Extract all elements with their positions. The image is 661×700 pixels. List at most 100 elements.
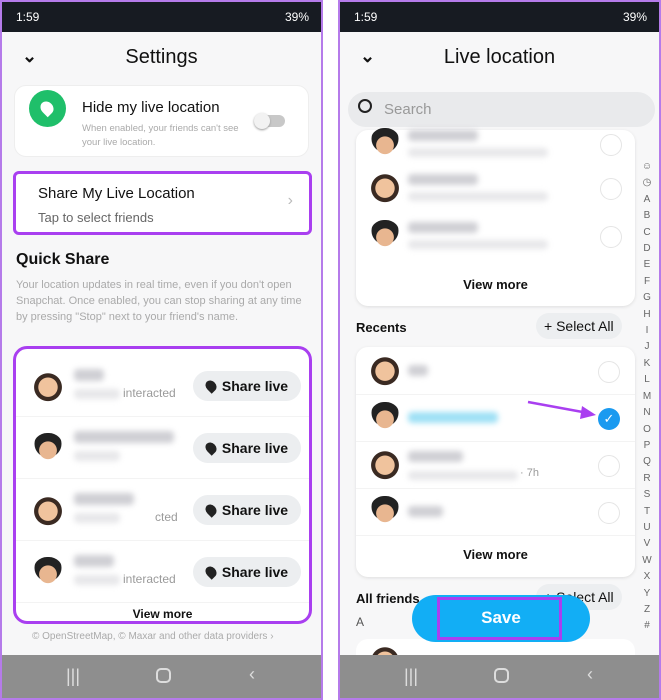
friend-row[interactable] [356, 214, 635, 260]
friend-name [408, 174, 478, 185]
friend-name [74, 369, 104, 381]
page-title: Settings [125, 46, 198, 68]
index-letter[interactable]: D [640, 241, 654, 257]
avatar [370, 220, 400, 256]
home-icon[interactable] [494, 668, 509, 683]
index-letter[interactable]: K [640, 356, 654, 372]
hide-location-subtitle: When enabled, your friends can't see you… [82, 123, 239, 148]
share-live-button[interactable]: Share live [193, 433, 301, 463]
all-friends-heading: All friends [356, 591, 420, 606]
alphabet-index[interactable]: ☺ ◷ A B C D E F G H I J K L M N O P Q R S T U V W X Y Z # [640, 159, 654, 635]
index-letter[interactable]: R [640, 471, 654, 487]
battery-level: 39% [622, 10, 647, 24]
friend-meta [74, 575, 120, 585]
recents-list: ✓ · 7h View more [356, 347, 635, 577]
quick-share-list: interacted Share live Share live cted Sh… [13, 346, 312, 624]
friend-name [408, 222, 478, 233]
system-nav-bar: ||| ‹ [340, 655, 659, 698]
map-attribution[interactable]: © OpenStreetMap, © Maxar and other data … [32, 631, 274, 642]
view-more-button[interactable]: View more [356, 277, 635, 292]
quick-share-row: Share live [16, 421, 309, 479]
index-letter[interactable]: I [640, 323, 654, 339]
share-live-button[interactable]: Share live [193, 495, 301, 525]
interaction-status: interacted [123, 386, 176, 400]
friend-row[interactable] [356, 122, 635, 168]
index-letter[interactable]: O [640, 422, 654, 438]
quick-share-row: cted Share live [16, 483, 309, 541]
friends-list-card: View more [356, 128, 635, 306]
select-radio[interactable] [598, 361, 620, 383]
index-letter[interactable]: U [640, 520, 654, 536]
view-more-button[interactable]: View more [356, 547, 635, 562]
avatar [370, 172, 400, 208]
index-letter[interactable]: H [640, 307, 654, 323]
interaction-status: cted [155, 510, 178, 524]
share-live-label: Share live [221, 440, 289, 456]
index-letter[interactable]: Y [640, 586, 654, 602]
checkmark-icon[interactable]: ✓ [598, 408, 620, 430]
recents-icon[interactable]: ||| [66, 666, 80, 687]
settings-screen: 1:59 39% ⌄ Settings Hide my live locatio… [0, 0, 323, 700]
index-letter[interactable]: F [640, 274, 654, 290]
index-letter[interactable]: G [640, 290, 654, 306]
select-radio[interactable] [600, 134, 622, 156]
index-letter[interactable]: B [640, 208, 654, 224]
index-letter[interactable]: T [640, 504, 654, 520]
select-radio[interactable] [600, 178, 622, 200]
index-letter[interactable]: Z [640, 602, 654, 618]
share-location-subtitle: Tap to select friends [38, 210, 154, 225]
last-active: · 7h [520, 467, 539, 479]
annotation-arrow-icon [527, 400, 596, 419]
chevron-right-icon: › [270, 631, 274, 642]
interaction-status: interacted [123, 572, 176, 586]
index-letter[interactable]: N [640, 405, 654, 421]
quick-share-description: Your location updates in real time, even… [16, 279, 302, 323]
recents-icon[interactable]: ||| [404, 666, 418, 687]
recent-friend-row[interactable]: · 7h [356, 443, 635, 489]
friend-name [74, 493, 134, 505]
index-letter[interactable]: C [640, 225, 654, 241]
friend-name [408, 506, 443, 517]
view-more-button[interactable]: View more [16, 607, 309, 621]
avatar [370, 496, 400, 532]
friend-row[interactable] [356, 166, 635, 212]
share-live-button[interactable]: Share live [193, 371, 301, 401]
recent-friend-row[interactable] [356, 349, 635, 395]
back-icon[interactable]: ‹ [249, 664, 255, 685]
save-button[interactable]: Save [412, 595, 590, 642]
recents-select-all-button[interactable]: + Select All [536, 313, 622, 339]
index-letter[interactable]: V [640, 536, 654, 552]
index-letter[interactable]: E [640, 257, 654, 273]
index-letter[interactable]: Q [640, 454, 654, 470]
battery-level: 39% [284, 10, 309, 24]
system-nav-bar: ||| ‹ [2, 655, 321, 698]
index-letter[interactable]: X [640, 569, 654, 585]
select-radio[interactable] [598, 455, 620, 477]
index-letter[interactable]: L [640, 372, 654, 388]
index-letter[interactable]: S [640, 487, 654, 503]
index-letter[interactable]: ☺ [640, 159, 654, 175]
index-letter[interactable]: A [640, 192, 654, 208]
share-my-live-location-button[interactable]: Share My Live Location Tap to select fri… [13, 171, 312, 235]
share-live-button[interactable]: Share live [193, 557, 301, 587]
home-icon[interactable] [156, 668, 171, 683]
index-letter[interactable]: W [640, 553, 654, 569]
back-icon[interactable]: ‹ [587, 664, 593, 685]
search-icon [358, 99, 372, 113]
chevron-right-icon: › [287, 192, 293, 209]
index-letter[interactable]: M [640, 389, 654, 405]
hide-location-toggle[interactable] [254, 113, 285, 129]
location-pin-icon [203, 440, 219, 456]
select-radio[interactable] [598, 502, 620, 524]
index-letter[interactable]: ◷ [640, 175, 654, 191]
friend-name [408, 412, 498, 423]
index-letter[interactable]: # [640, 618, 654, 634]
select-radio[interactable] [600, 226, 622, 248]
avatar [33, 557, 63, 593]
friend-meta [408, 148, 548, 157]
index-letter[interactable]: P [640, 438, 654, 454]
friend-name [408, 365, 428, 376]
friend-meta [74, 451, 120, 461]
recent-friend-row[interactable] [356, 490, 635, 536]
index-letter[interactable]: J [640, 339, 654, 355]
